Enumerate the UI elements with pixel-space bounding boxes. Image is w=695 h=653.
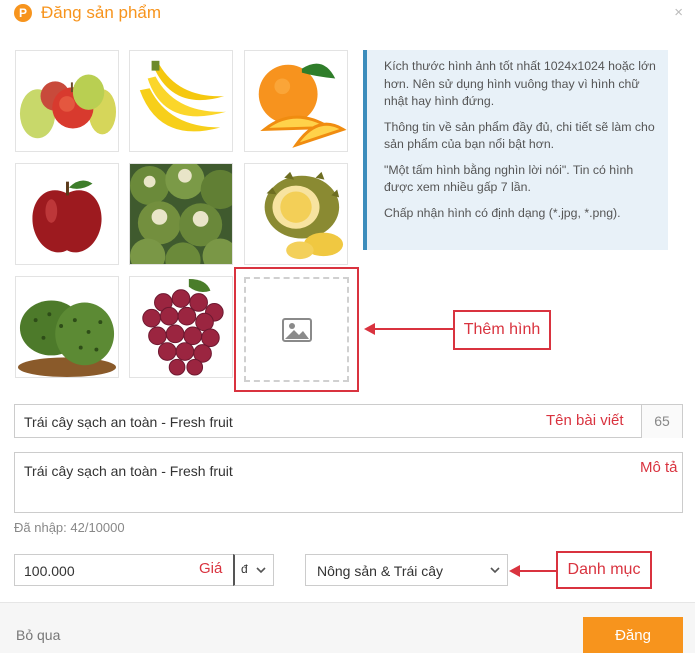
category-select[interactable]: Nông sản & Trái cây — [305, 554, 508, 586]
dialog-title: Đăng sản phẩm — [41, 3, 162, 22]
green-coconuts-image — [130, 164, 232, 264]
product-image-red-apple[interactable] — [15, 163, 119, 265]
chevron-down-icon — [490, 567, 500, 574]
soursop-image — [16, 277, 118, 377]
post-title-annotation: Tên bài viết — [546, 412, 624, 429]
price-input-value[interactable]: 100.000 — [24, 563, 75, 579]
dialog-footer: Bỏ qua Đăng — [0, 602, 695, 653]
description-field[interactable]: Trái cây sạch an toàn - Fresh fruit Mô t… — [14, 452, 683, 513]
dialog-header: P Đăng sản phẩm × — [0, 0, 695, 30]
product-image-green-coconuts[interactable] — [129, 163, 233, 265]
bananas-image — [130, 51, 232, 151]
annotation-arrow-line — [374, 328, 454, 330]
annotation-arrow-line — [519, 570, 557, 572]
description-char-count: Đã nhập: 42/10000 — [14, 520, 125, 535]
info-paragraph-2: Thông tin về sản phẩm đầy đủ, chi tiết s… — [384, 119, 655, 152]
currency-select[interactable]: đ — [233, 554, 274, 586]
product-image-bananas[interactable] — [129, 50, 233, 152]
grapes-image — [130, 277, 232, 377]
image-placeholder-icon — [281, 317, 312, 342]
brand-logo-icon: P — [14, 4, 32, 22]
callout-category: Danh mục — [556, 551, 652, 589]
add-image-button[interactable] — [244, 277, 349, 382]
red-apple-image — [16, 164, 118, 264]
callout-add-image: Thêm hình — [453, 310, 551, 350]
product-image-grapes[interactable] — [129, 276, 233, 378]
post-title-input-value[interactable]: Trái cây sạch an toàn - Fresh fruit — [24, 414, 233, 430]
add-image-slot[interactable] — [234, 267, 359, 392]
title-char-counter: 65 — [641, 405, 682, 438]
product-image-pears-apples[interactable] — [15, 50, 119, 152]
image-guidelines-info: Kích thước hình ảnh tốt nhất 1024x1024 h… — [363, 50, 668, 250]
product-image-durian[interactable] — [244, 163, 348, 265]
currency-symbol: đ — [241, 562, 248, 576]
post-button[interactable]: Đăng — [583, 617, 683, 653]
category-value: Nông sản & Trái cây — [317, 563, 444, 579]
oranges-image — [245, 51, 347, 151]
price-field[interactable]: 100.000 Giá — [14, 554, 234, 586]
chevron-down-icon — [256, 567, 266, 574]
product-image-oranges[interactable] — [244, 50, 348, 152]
price-annotation: Giá — [199, 560, 223, 577]
info-paragraph-1: Kích thước hình ảnh tốt nhất 1024x1024 h… — [384, 59, 656, 108]
info-paragraph-3: "Một tấm hình bằng nghìn lời nói". Tin c… — [384, 162, 634, 195]
description-annotation: Mô tả — [640, 459, 678, 476]
product-image-soursop[interactable] — [15, 276, 119, 378]
post-title-field[interactable]: Trái cây sạch an toàn - Fresh fruit Tên … — [14, 404, 683, 438]
close-icon[interactable]: × — [674, 4, 683, 21]
pears-apples-image — [16, 51, 118, 151]
info-paragraph-4: Chấp nhận hình có định dạng (*.jpg, *.pn… — [384, 205, 621, 220]
durian-image — [245, 164, 347, 264]
description-input-value[interactable]: Trái cây sạch an toàn - Fresh fruit — [24, 463, 233, 479]
skip-button[interactable]: Bỏ qua — [16, 627, 60, 643]
